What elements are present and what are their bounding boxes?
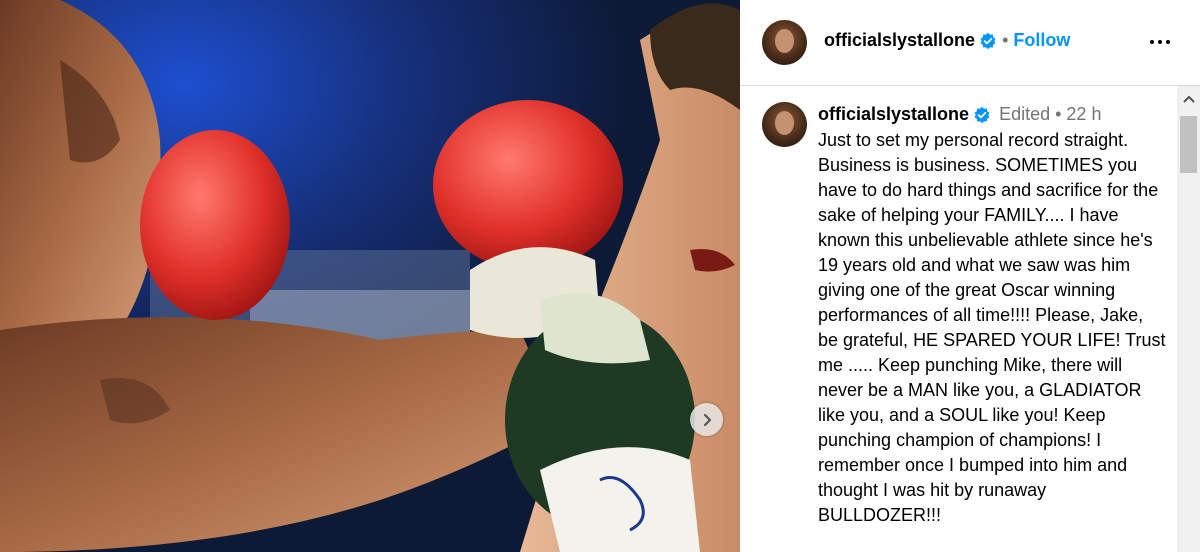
next-image-button[interactable] (690, 403, 723, 436)
edited-label: Edited (999, 104, 1051, 124)
caption-text: Just to set my personal record straight.… (818, 130, 1166, 525)
verified-badge-icon (980, 32, 996, 49)
comment-header: officialslystallone Edited • 22 h (818, 104, 1101, 125)
separator-dot: • (1002, 30, 1009, 50)
chevron-right-icon (703, 413, 711, 426)
post-media[interactable] (0, 0, 740, 552)
boxing-photo (0, 0, 740, 552)
avatar[interactable] (762, 102, 807, 147)
caption-comment: officialslystallone Edited • 22 h Just t… (740, 86, 1170, 552)
scroll-up-button[interactable] (1177, 86, 1200, 112)
more-horizontal-icon (1150, 40, 1154, 44)
separator-dot: • (1055, 104, 1062, 124)
comment-username[interactable]: officialslystallone (818, 104, 969, 125)
avatar[interactable] (762, 20, 807, 65)
follow-button[interactable]: Follow (1013, 30, 1070, 51)
post-side-panel: officialslystallone • Follow officialsly… (740, 0, 1200, 552)
post-header: officialslystallone • Follow (740, 0, 1200, 86)
header-username[interactable]: officialslystallone (824, 30, 975, 51)
chevron-up-icon (1182, 95, 1195, 103)
header-user-row: officialslystallone • Follow (824, 30, 1070, 51)
verified-badge-icon (974, 106, 990, 123)
scrollbar-thumb[interactable] (1180, 116, 1197, 173)
timestamp[interactable]: 22 h (1066, 104, 1101, 125)
scrollbar[interactable] (1177, 86, 1200, 552)
more-options-button[interactable] (1145, 30, 1175, 54)
